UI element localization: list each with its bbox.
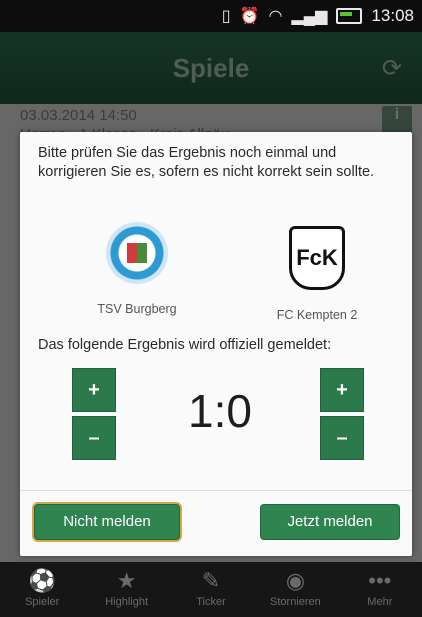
tab-label: Stornieren <box>270 596 321 608</box>
player-icon: ⚽ <box>28 568 56 593</box>
tab-ticker[interactable]: ✎ Ticker <box>169 562 253 617</box>
cancel-circle-icon: ◉ <box>285 568 306 593</box>
bottom-nav: ⚽ Spieler ★ Highlight ✎ Ticker ◉ Stornie… <box>0 562 422 617</box>
home-minus-button[interactable]: – <box>72 416 116 460</box>
report-now-button[interactable]: Jetzt melden <box>260 504 400 540</box>
home-team-name: TSV Burgberg <box>97 302 177 316</box>
score-display: 1:0 <box>188 385 252 437</box>
home-team: TSV Burgberg <box>72 222 202 316</box>
battery-icon <box>336 8 363 24</box>
tab-label: Spieler <box>25 596 60 608</box>
cancel-report-button[interactable]: Nicht melden <box>34 504 180 540</box>
alarm-icon: ⏰ <box>239 8 260 25</box>
away-team-logo: FcK <box>289 226 345 290</box>
away-minus-button[interactable]: – <box>320 416 364 460</box>
star-icon: ★ <box>116 568 137 593</box>
wifi-icon: ◠ <box>268 8 283 25</box>
tab-highlight[interactable]: ★ Highlight <box>84 562 168 617</box>
home-team-logo <box>106 222 168 284</box>
tab-label: Ticker <box>196 596 226 608</box>
status-bar: ▯ ⏰ ◠ ▂▄▆ 13:08 <box>0 0 422 32</box>
pencil-icon: ✎ <box>201 568 221 593</box>
tab-spieler[interactable]: ⚽ Spieler <box>0 562 84 617</box>
tab-label: Highlight <box>105 596 149 608</box>
more-icon: ••• <box>368 568 392 593</box>
home-score-stepper: + – <box>72 368 116 460</box>
away-team: FcK FC Kempten 2 <box>242 222 392 322</box>
away-score-stepper: + – <box>320 368 364 460</box>
result-dialog: Bitte prüfen Sie das Ergebnis noch einma… <box>20 132 412 556</box>
signal-icon: ▂▄▆ <box>291 8 328 25</box>
result-note: Das folgende Ergebnis wird offiziell gem… <box>38 337 332 353</box>
tab-label: Mehr <box>367 596 393 608</box>
away-team-name: FC Kempten 2 <box>276 308 358 322</box>
vibrate-icon: ▯ <box>221 8 231 25</box>
away-plus-button[interactable]: + <box>320 368 364 412</box>
home-plus-button[interactable]: + <box>72 368 116 412</box>
tab-stornieren[interactable]: ◉ Stornieren <box>253 562 337 617</box>
tab-mehr[interactable]: ••• Mehr <box>338 562 422 617</box>
status-time: 13:08 <box>371 6 414 25</box>
dialog-divider <box>20 490 412 491</box>
dialog-message: Bitte prüfen Sie das Ergebnis noch einma… <box>38 145 375 180</box>
